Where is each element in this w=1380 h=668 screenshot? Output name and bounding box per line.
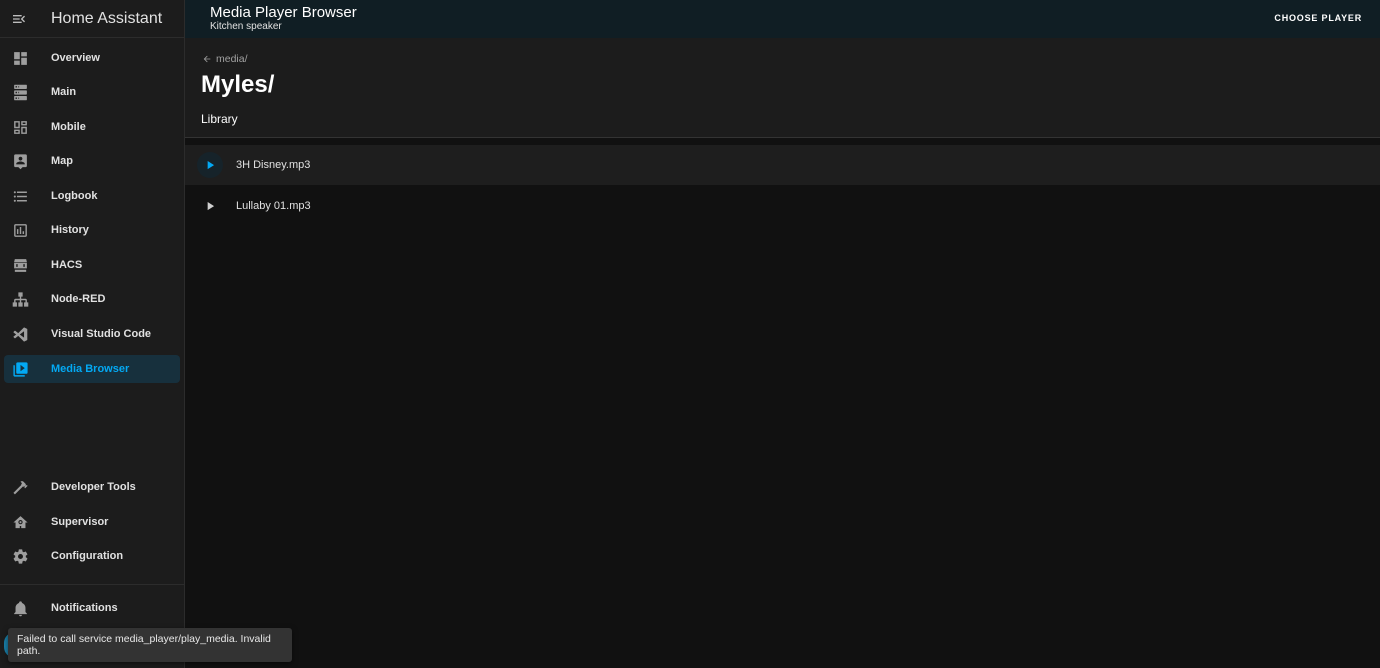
media-item-name: Lullaby 01.mp3: [236, 200, 311, 212]
arrow-left-icon: [203, 55, 211, 63]
sidebar-item-history[interactable]: History: [4, 216, 180, 244]
sidebar-item-label: Notifications: [51, 602, 118, 614]
back-link-label: media/: [216, 53, 248, 65]
sidebar-item-label: Supervisor: [51, 516, 109, 528]
sidebar-item-label: Configuration: [51, 550, 124, 562]
sidebar-item-label: Developer Tools: [51, 481, 136, 493]
sidebar-item-label: History: [51, 224, 89, 236]
sidebar-item-label: Main: [51, 86, 77, 98]
sidebar-item-label: Map: [51, 155, 73, 167]
choose-player-button[interactable]: CHOOSE PLAYER: [1274, 13, 1362, 23]
chart-icon: [4, 216, 36, 244]
sidebar-item-map[interactable]: Map: [4, 147, 180, 175]
sidebar-item-hacs[interactable]: HACS: [4, 251, 180, 279]
sidebar-item-supervisor[interactable]: Supervisor: [4, 508, 180, 536]
map-icon: [4, 147, 36, 175]
list-icon: [4, 182, 36, 210]
folder-title: Myles/: [201, 71, 275, 98]
sidebar-item-overview[interactable]: Overview: [4, 44, 180, 72]
sidebar-item-logbook[interactable]: Logbook: [4, 182, 180, 210]
sidebar-header: Home Assistant: [0, 0, 184, 38]
play-button[interactable]: [197, 152, 223, 178]
sidebar-item-label: Overview: [51, 52, 100, 64]
home-gear-icon: [4, 508, 36, 536]
play-box-icon: [4, 355, 36, 383]
sidebar-item-label: Visual Studio Code: [51, 328, 152, 340]
error-toast: Failed to call service media_player/play…: [8, 628, 292, 662]
back-link[interactable]: media/: [202, 53, 248, 65]
hammer-icon: [4, 473, 36, 501]
play-button[interactable]: [197, 193, 223, 219]
menu-toggle-button[interactable]: [0, 0, 38, 38]
sitemap-icon: [4, 285, 36, 313]
play-icon: [207, 201, 215, 211]
sidebar-item-configuration[interactable]: Configuration: [4, 542, 180, 570]
sidebar-item-label: Logbook: [51, 190, 98, 202]
folder-subtitle: Library: [201, 112, 238, 126]
toast-message: Failed to call service media_player/play…: [17, 633, 271, 657]
dashboard-icon: [4, 44, 36, 72]
sidebar-item-mobile[interactable]: Mobile: [4, 113, 180, 141]
sidebar-item-vscode[interactable]: Visual Studio Code: [4, 320, 180, 348]
browser-header: media/ Myles/ Library: [185, 38, 1380, 138]
grid-icon: [4, 113, 36, 141]
list-item[interactable]: 3H Disney.mp3: [185, 145, 1380, 185]
app-title: Home Assistant: [51, 9, 163, 27]
sidebar-item-label: Media Browser: [51, 363, 130, 375]
sidebar-item-main[interactable]: Main: [4, 78, 180, 106]
menu-open-icon: [13, 14, 25, 23]
page-subtitle: Kitchen speaker: [210, 21, 282, 32]
vscode-icon: [4, 320, 36, 348]
sidebar-item-media-browser[interactable]: Media Browser: [4, 355, 180, 383]
hacs-icon: [4, 251, 36, 279]
sidebar-item-developer-tools[interactable]: Developer Tools: [4, 473, 180, 501]
play-icon: [207, 160, 215, 170]
page-title: Media Player Browser: [210, 4, 357, 21]
sidebar-item-node-red[interactable]: Node-RED: [4, 285, 180, 313]
sidebar-item-label: Node-RED: [51, 293, 106, 305]
sidebar-item-label: Mobile: [51, 121, 86, 133]
sidebar-item-label: HACS: [51, 259, 83, 271]
media-item-name: 3H Disney.mp3: [236, 159, 311, 171]
server-icon: [4, 78, 36, 106]
list-item[interactable]: Lullaby 01.mp3: [185, 186, 1380, 226]
gear-icon: [4, 542, 36, 570]
sidebar-item-notifications[interactable]: Notifications: [4, 594, 180, 622]
sidebar-divider: [0, 584, 185, 585]
bell-icon: [4, 594, 36, 622]
sidebar: Home Assistant Overview Main Mobile Map …: [0, 0, 185, 668]
top-app-bar: Media Player Browser Kitchen speaker CHO…: [185, 0, 1380, 38]
